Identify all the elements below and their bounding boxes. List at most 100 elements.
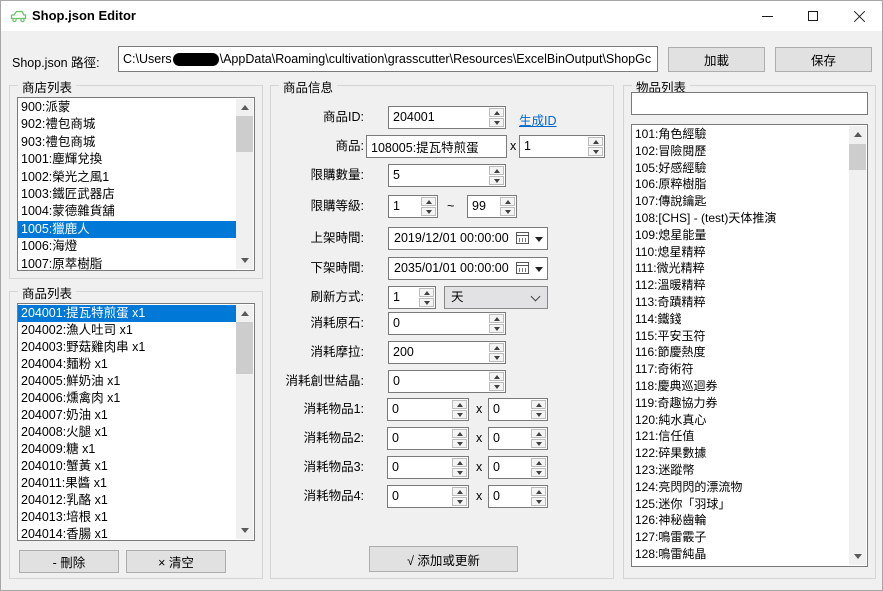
spin-up-icon[interactable]	[489, 372, 504, 381]
list-item[interactable]: 118:慶典巡迴券	[632, 378, 849, 395]
spin-up-icon[interactable]	[489, 314, 504, 323]
spin-down-icon[interactable]	[452, 497, 467, 506]
list-item[interactable]: 204003:野菇雞肉串 x1	[18, 339, 236, 356]
level-max-input[interactable]: 99	[467, 195, 517, 218]
list-item[interactable]: 1005:獵鹿人	[18, 221, 236, 238]
scroll-down-icon[interactable]	[849, 548, 866, 565]
spin-down-icon[interactable]	[489, 118, 504, 127]
spin-up-icon[interactable]	[531, 400, 546, 409]
list-item[interactable]: 1006:海燈	[18, 238, 236, 255]
list-item[interactable]: 1004:蒙德雜貨舖	[18, 203, 236, 220]
list-item[interactable]: 106:原粹樹脂	[632, 176, 849, 193]
list-item[interactable]: 204001:提瓦特煎蛋 x1	[18, 305, 236, 322]
spin-up-icon[interactable]	[452, 458, 467, 467]
spin-down-icon[interactable]	[531, 439, 546, 448]
list-item[interactable]: 204013:培根 x1	[18, 509, 236, 526]
list-item[interactable]: 204010:蟹黃 x1	[18, 458, 236, 475]
list-item[interactable]: 105:好感經驗	[632, 160, 849, 177]
shop-list-scrollbar[interactable]	[236, 99, 253, 269]
list-item[interactable]: 204002:漁人吐司 x1	[18, 322, 236, 339]
scrollbar-thumb[interactable]	[849, 144, 866, 170]
spin-up-icon[interactable]	[531, 458, 546, 467]
cost-item2-id-input[interactable]: 0	[387, 427, 469, 450]
cost-item4-count-input[interactable]: 0	[488, 485, 548, 508]
dropdown-arrow-icon[interactable]	[535, 237, 543, 242]
scroll-up-icon[interactable]	[849, 126, 866, 143]
cost-crystal-input[interactable]: 0	[388, 370, 506, 393]
spin-down-icon[interactable]	[452, 468, 467, 477]
cost-item1-id-input[interactable]: 0	[387, 398, 469, 421]
spin-down-icon[interactable]	[531, 468, 546, 477]
item-search-input[interactable]	[631, 92, 868, 115]
delete-button[interactable]: - 刪除	[19, 550, 119, 573]
item-listbox[interactable]: 101:角色經驗102:冒險閱歷105:好感經驗106:原粹樹脂107:傳說鑰匙…	[631, 124, 868, 567]
goods-input[interactable]: 108005:提瓦特煎蛋	[366, 135, 507, 158]
cost-item3-count-input[interactable]: 0	[488, 456, 548, 479]
list-item[interactable]: 903:禮包商城	[18, 134, 236, 151]
refresh-unit-select[interactable]: 天	[444, 286, 548, 309]
list-item[interactable]: 107:傳說鑰匙	[632, 193, 849, 210]
list-item[interactable]: 113:奇蹟精粹	[632, 294, 849, 311]
spin-up-icon[interactable]	[452, 400, 467, 409]
spin-up-icon[interactable]	[489, 108, 504, 117]
spin-down-icon[interactable]	[419, 298, 434, 307]
list-item[interactable]: 204014:香腸 x1	[18, 526, 236, 541]
list-item[interactable]: 902:禮包商城	[18, 116, 236, 133]
list-item[interactable]: 110:熄星精粹	[632, 244, 849, 261]
spin-down-icon[interactable]	[489, 382, 504, 391]
goods-listbox[interactable]: 204001:提瓦特煎蛋 x1204002:漁人吐司 x1204003:野菇雞肉…	[17, 303, 255, 541]
list-item[interactable]: 1007:原萃樹脂	[18, 256, 236, 271]
list-item[interactable]: 115:平安玉符	[632, 328, 849, 345]
scrollbar-thumb[interactable]	[236, 322, 253, 374]
list-item[interactable]: 114:鐵錢	[632, 311, 849, 328]
add-or-update-button[interactable]: √ 添加或更新	[369, 546, 518, 572]
spin-down-icon[interactable]	[588, 147, 603, 156]
list-item[interactable]: 125:迷你「羽球」	[632, 496, 849, 513]
scrollbar-thumb[interactable]	[236, 116, 253, 152]
list-item[interactable]: 109:熄星能量	[632, 227, 849, 244]
cost-item3-id-input[interactable]: 0	[387, 456, 469, 479]
cost-item1-count-input[interactable]: 0	[488, 398, 548, 421]
list-item[interactable]: 124:亮閃閃的漂流物	[632, 479, 849, 496]
list-item[interactable]: 112:溫暖精粹	[632, 277, 849, 294]
spin-down-icon[interactable]	[421, 207, 436, 216]
list-item[interactable]: 117:奇術符	[632, 361, 849, 378]
spin-down-icon[interactable]	[489, 353, 504, 362]
list-item[interactable]: 204006:燻禽肉 x1	[18, 390, 236, 407]
list-item[interactable]: 1002:榮光之風1	[18, 169, 236, 186]
scroll-down-icon[interactable]	[236, 522, 253, 539]
list-item[interactable]: 101:角色經驗	[632, 126, 849, 143]
clear-button[interactable]: × 清空	[126, 550, 226, 573]
spin-down-icon[interactable]	[500, 207, 515, 216]
spin-up-icon[interactable]	[421, 197, 436, 206]
begin-time-picker[interactable]: 2019/12/01 00:00:00	[388, 227, 548, 250]
list-item[interactable]: 204005:鮮奶油 x1	[18, 373, 236, 390]
list-item[interactable]: 1003:鐵匠武器店	[18, 186, 236, 203]
spin-down-icon[interactable]	[452, 410, 467, 419]
goods-id-input[interactable]: 204001	[388, 106, 506, 129]
spin-up-icon[interactable]	[419, 288, 434, 297]
item-list-scrollbar[interactable]	[849, 126, 866, 565]
list-item[interactable]: 121:信任值	[632, 428, 849, 445]
level-min-input[interactable]: 1	[388, 195, 438, 218]
list-item[interactable]: 128:鳴雷純晶	[632, 546, 849, 563]
spin-up-icon[interactable]	[489, 343, 504, 352]
generate-id-link[interactable]: 生成ID	[519, 110, 557, 129]
save-button[interactable]: 保存	[775, 47, 872, 72]
list-item[interactable]: 116:節慶熱度	[632, 344, 849, 361]
list-item[interactable]: 119:奇趣協力券	[632, 395, 849, 412]
spin-down-icon[interactable]	[531, 410, 546, 419]
shop-listbox[interactable]: 900:派蒙902:禮包商城903:禮包商城1001:塵輝兌換1002:榮光之風…	[17, 97, 255, 271]
list-item[interactable]: 204008:火腿 x1	[18, 424, 236, 441]
list-item[interactable]: 127:鳴雷霰子	[632, 529, 849, 546]
close-button[interactable]	[836, 1, 882, 31]
spin-up-icon[interactable]	[452, 429, 467, 438]
spin-down-icon[interactable]	[531, 497, 546, 506]
limit-count-input[interactable]: 5	[388, 164, 506, 187]
list-item[interactable]: 204007:奶油 x1	[18, 407, 236, 424]
scroll-up-icon[interactable]	[236, 99, 253, 116]
minimize-button[interactable]	[744, 1, 790, 31]
cost-item2-count-input[interactable]: 0	[488, 427, 548, 450]
list-item[interactable]: 123:迷蹤幣	[632, 462, 849, 479]
list-item[interactable]: 204012:乳酪 x1	[18, 492, 236, 509]
